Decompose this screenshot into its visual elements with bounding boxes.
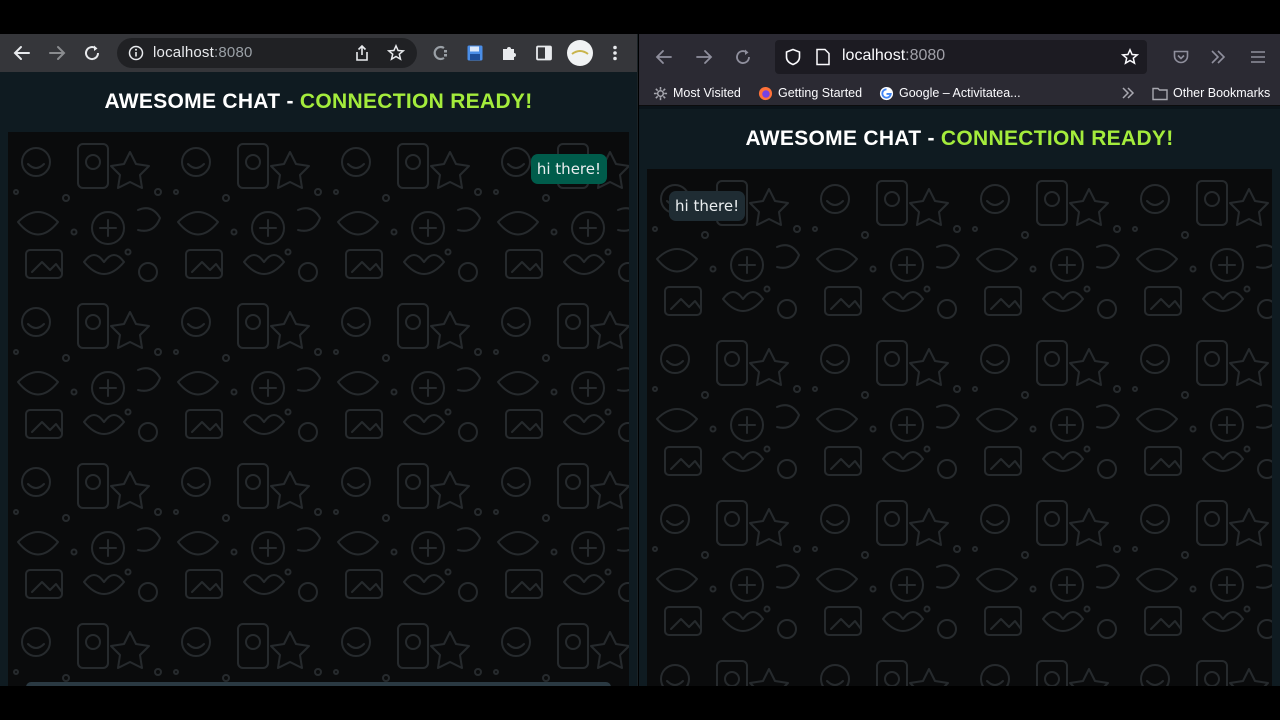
hamburger-menu-icon[interactable] — [1246, 45, 1270, 69]
page-icon — [815, 48, 831, 66]
chat-app-right: AWESOME CHAT - CONNECTION READY! hi ther… — [639, 109, 1280, 686]
chrome-window: localhost:8080 AWESOME CHAT - CONNECTION — [0, 34, 638, 686]
app-title: AWESOME CHAT - — [104, 90, 300, 113]
firefox-window: localhost:8080 Most Visited Getting Star… — [639, 34, 1280, 686]
firefox-url-text: localhost:8080 — [842, 47, 946, 64]
app-header: AWESOME CHAT - CONNECTION READY! — [639, 109, 1280, 169]
bookmarks-toolbar: Most Visited Getting Started Google – Ac… — [639, 80, 1280, 106]
bookmark-most-visited[interactable]: Most Visited — [653, 84, 741, 102]
connection-status: CONNECTION READY! — [299, 90, 533, 113]
app-title: AWESOME CHAT - — [745, 127, 941, 150]
outgoing-message-bubble: hi there! — [530, 154, 607, 184]
shield-icon[interactable] — [784, 48, 802, 66]
forward-arrow-icon[interactable] — [45, 41, 69, 65]
save-icon[interactable] — [464, 42, 486, 64]
puzzle-icon[interactable] — [498, 42, 520, 64]
bookmark-google-activity[interactable]: Google – Activitatea... — [879, 84, 1021, 102]
star-icon[interactable] — [1121, 48, 1139, 66]
bookmark-getting-started[interactable]: Getting Started — [758, 84, 862, 102]
chat-messages-area[interactable]: hi there! — [8, 132, 629, 686]
back-arrow-icon[interactable] — [10, 41, 34, 65]
bookmarks-overflow-icon[interactable] — [1120, 84, 1136, 102]
chat-app-left: AWESOME CHAT - CONNECTION READY! hi ther… — [0, 72, 637, 686]
reload-icon[interactable] — [80, 41, 104, 65]
forward-arrow-icon[interactable] — [692, 45, 716, 69]
chrome-url-text: localhost:8080 — [153, 44, 253, 61]
message-input[interactable] — [26, 682, 611, 686]
connection-status: CONNECTION READY! — [940, 127, 1174, 150]
doodle-background — [647, 169, 1272, 686]
google-logo-icon — [879, 86, 894, 100]
other-bookmarks[interactable]: Other Bookmarks — [1152, 84, 1270, 102]
firefox-logo-icon — [758, 86, 773, 100]
info-icon[interactable] — [128, 45, 144, 61]
sidepanel-icon[interactable] — [533, 42, 555, 64]
profile-avatar[interactable] — [567, 40, 593, 66]
share-icon[interactable] — [351, 42, 373, 64]
folder-icon — [1152, 87, 1168, 100]
reload-icon[interactable] — [731, 45, 755, 69]
gear-icon — [653, 86, 668, 100]
overflow-chevrons-icon[interactable] — [1206, 45, 1230, 69]
chrome-toolbar: localhost:8080 — [0, 34, 637, 72]
doodle-background — [8, 132, 629, 686]
firefox-address-bar[interactable]: localhost:8080 — [775, 40, 1147, 74]
extension-icon[interactable] — [429, 42, 451, 64]
back-arrow-icon[interactable] — [652, 45, 676, 69]
firefox-toolbar: localhost:8080 — [639, 34, 1280, 80]
incoming-message-bubble: hi there! — [669, 191, 746, 221]
chat-messages-area[interactable]: hi there! — [647, 169, 1272, 686]
app-header: AWESOME CHAT - CONNECTION READY! — [0, 72, 637, 132]
star-icon[interactable] — [385, 42, 407, 64]
kebab-menu-icon[interactable] — [604, 42, 626, 64]
pocket-icon[interactable] — [1169, 45, 1193, 69]
